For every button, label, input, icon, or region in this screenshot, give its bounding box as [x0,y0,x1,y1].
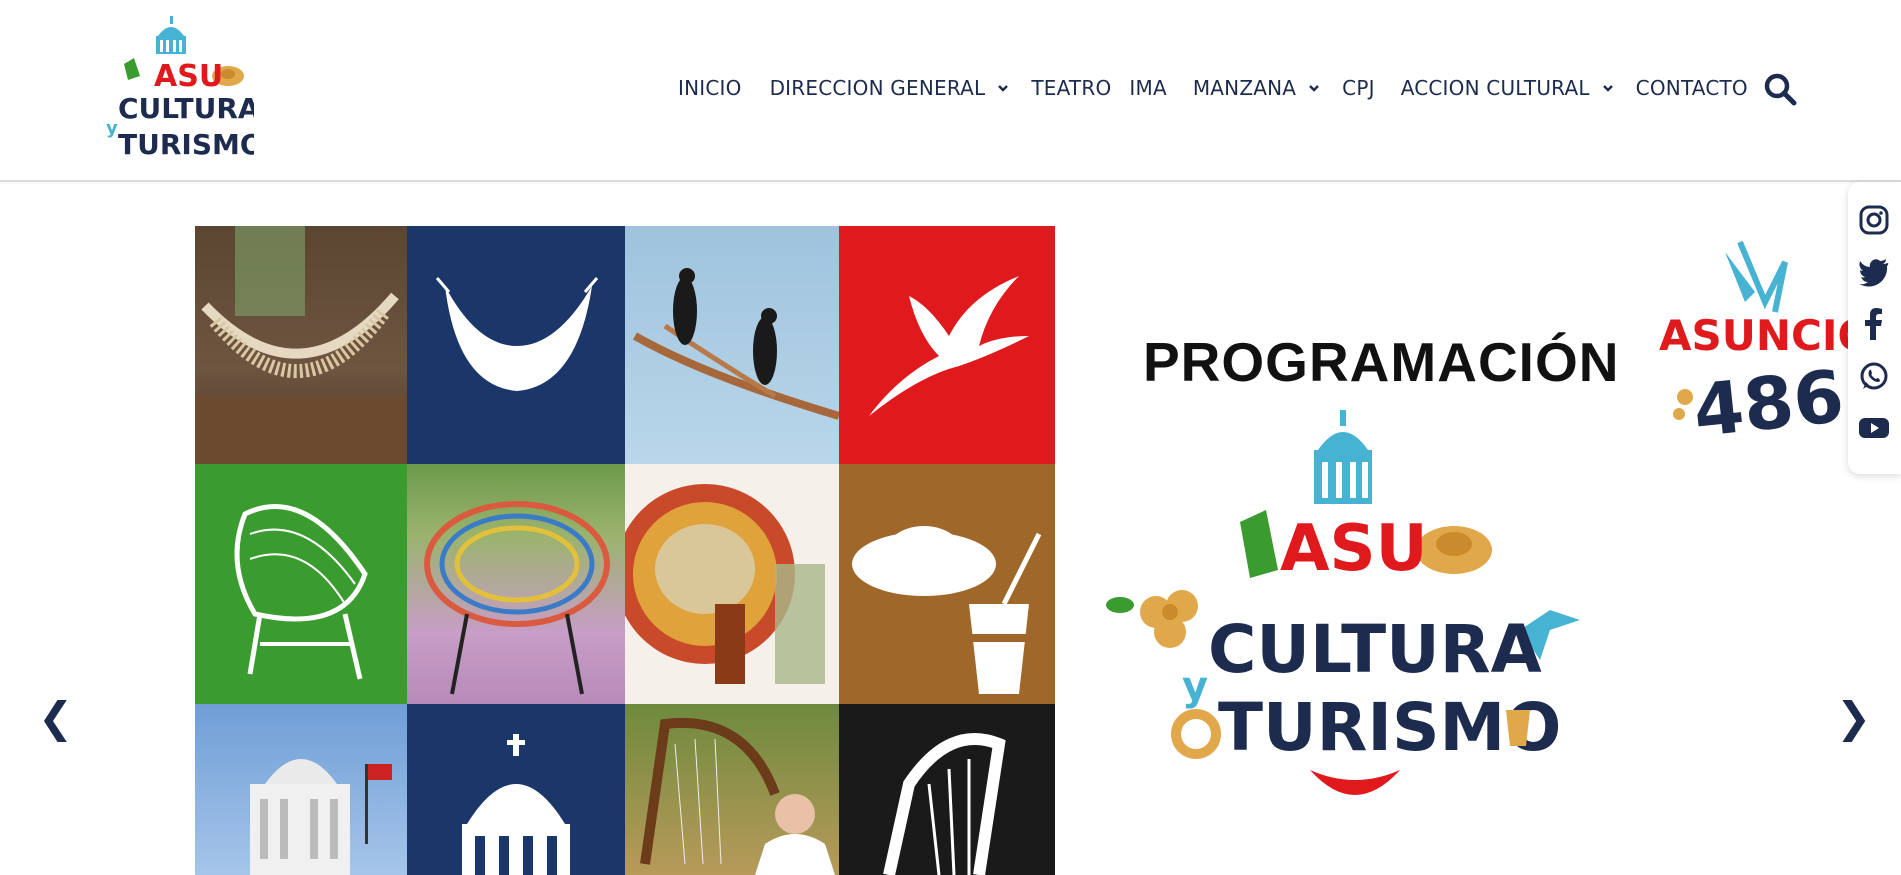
search-icon [1764,73,1797,106]
slide-mosaic [195,226,1055,875]
nav-item-cpj[interactable]: CPJ [1342,76,1375,100]
svg-text:ASU: ASU [154,59,223,94]
flower-icon [1106,590,1198,648]
twitter-icon [1859,259,1889,287]
instagram-icon [1859,205,1889,235]
dome-tile [407,704,625,875]
instagram-link[interactable] [1858,204,1890,236]
nav-item-ima[interactable]: IMA [1129,76,1166,100]
harp-icon [1240,510,1278,578]
whatsapp-icon [1860,362,1888,390]
harp-tile [839,704,1055,875]
asuncion-486-badge: ASUNCIÓN 486 [1655,232,1848,442]
dome-icon [156,16,186,54]
slider-prev-button[interactable]: ❮ [38,697,73,739]
palace-photo [195,704,407,875]
search-button[interactable] [1763,72,1797,106]
slide-heading: PROGRAMACIÓN [1143,331,1620,393]
slider-next-button[interactable]: ❯ [1836,697,1871,739]
asu-cultura-turismo-logo: ASU CULTURA y TURISMO [1100,410,1600,810]
social-sidebar [1848,182,1901,474]
hat-and-drinks-photo [625,464,839,704]
harp-icon [124,58,140,80]
site-logo[interactable]: ASU CULTURA y TURISMO [104,14,264,164]
hammock-photo [195,226,407,464]
svg-text:ASUNCIÓN: ASUNCIÓN [1659,310,1848,360]
nav-item-inicio[interactable]: INICIO [678,76,742,100]
svg-text:486: 486 [1689,354,1847,442]
svg-text:CULTURA: CULTURA [1208,611,1542,688]
twitter-link[interactable] [1858,256,1890,288]
nav-item-contacto[interactable]: CONTACTO [1636,76,1748,100]
cup-icon [1506,710,1530,746]
youtube-link[interactable] [1858,412,1890,444]
hammock-icon [1310,770,1400,795]
facebook-link[interactable] [1858,308,1890,340]
svg-text:CULTURA: CULTURA [118,92,254,125]
site-header: ASU CULTURA y TURISMO INICIO DIRECCION G… [0,0,1901,182]
colorful-chair-photo [407,464,625,704]
svg-text:y: y [106,118,118,139]
facebook-icon [1865,308,1882,340]
nav-item-teatro[interactable]: TEATRO [1031,76,1111,100]
hat-drink-tile [839,464,1055,712]
chevron-down-icon [998,85,1009,92]
chair-tile [195,464,407,704]
youtube-icon [1859,418,1889,438]
ring-icon [1171,709,1221,759]
svg-text:ASU: ASU [1280,512,1428,586]
nav-item-direccion-general[interactable]: DIRECCION GENERAL [770,76,1010,100]
harpist-photo [625,704,839,875]
svg-text:TURISMO: TURISMO [118,128,254,161]
birds-photo [625,226,839,464]
svg-text:y: y [1182,664,1208,710]
heron-tile [839,226,1055,464]
chevron-down-icon [1309,85,1320,92]
nav-item-accion-cultural[interactable]: ACCION CULTURAL [1401,76,1614,100]
nav-item-manzana[interactable]: MANZANA [1193,76,1320,100]
hammock-tile [407,226,625,464]
bird-icon [1737,240,1788,313]
chevron-down-icon [1602,85,1613,92]
whatsapp-link[interactable] [1858,360,1890,392]
main-nav: INICIO DIRECCION GENERAL TEATRO IMA MANZ… [678,68,1748,108]
